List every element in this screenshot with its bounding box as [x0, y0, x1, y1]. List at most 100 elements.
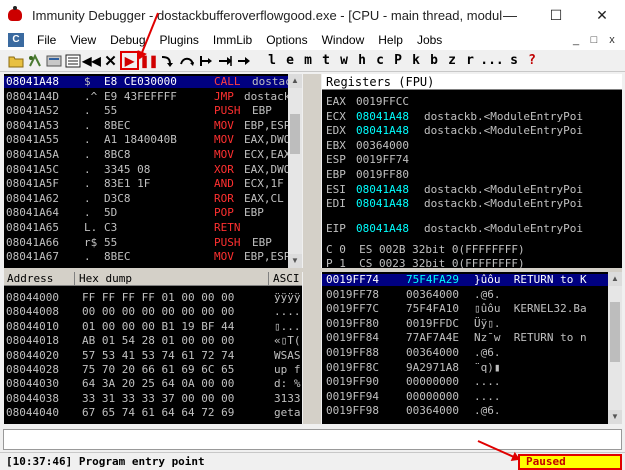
more-windows-button[interactable]: ... [479, 51, 505, 70]
step-over-icon[interactable] [177, 51, 196, 70]
stack-row[interactable]: 0019FF94 00000000.... [322, 390, 608, 403]
vertical-splitter-lower[interactable] [303, 272, 321, 424]
modules-icon[interactable] [63, 51, 82, 70]
disassembly-row[interactable]: 08041A67. 8BEC MOV EBP,ESP [4, 251, 290, 263]
stack-row[interactable]: 0019FF80 0019FFDC Üÿ▯. [322, 317, 608, 330]
stack-row[interactable]: 0019FF98 00364000 .@6. [322, 405, 608, 417]
registers-header[interactable]: Registers (FPU) [322, 74, 622, 90]
stack-row[interactable]: 0019FF84 77AF7A4E Nz¯w RETURN to n [322, 332, 608, 344]
hexdump-pane[interactable]: Address Hex dump ASCI 08044000 FF FF FF F… [4, 272, 302, 424]
disassembly-scrollbar[interactable]: ▲ ▼ [288, 74, 302, 268]
register-value[interactable]: 08041A48 [356, 183, 409, 196]
hexdump-header-ascii[interactable]: ASCI [268, 272, 300, 286]
disassembly-row[interactable]: 08041A66 r$ 55 PUSH EBP [4, 236, 288, 249]
disassembly-row[interactable]: 08041A53. 8BEC MOV EBP,ESP [4, 119, 290, 132]
register-row[interactable]: ESI 08041A48 dostackb.<ModuleEntryPoi [322, 183, 622, 196]
mdi-restore-button[interactable]: □ [585, 32, 603, 48]
hexdump-row[interactable]: 08044010 01 00 00 00 B1 19 BF 44 ▯... [4, 320, 302, 333]
scroll-up-icon[interactable]: ▲ [608, 272, 622, 286]
mdi-close-button[interactable]: x [603, 32, 621, 48]
hexdump-row[interactable]: 08044000 FF FF FF FF 01 00 00 00 ÿÿÿÿ [4, 292, 302, 304]
register-value[interactable]: 08041A48 [356, 110, 409, 123]
hexdump-row[interactable]: 08044018 AB 01 54 28 01 00 00 00 «▯T( [4, 335, 302, 347]
close-window-button[interactable]: ✕ [579, 0, 625, 30]
menu-options[interactable]: Options [259, 33, 314, 47]
scroll-down-icon[interactable]: ▼ [608, 410, 622, 424]
memory-map-button[interactable]: m [299, 51, 317, 70]
restart-icon[interactable] [25, 51, 44, 70]
scroll-down-icon[interactable]: ▼ [288, 254, 302, 268]
register-row[interactable]: EBX 00364000 [322, 139, 622, 152]
menu-window[interactable]: Window [315, 33, 372, 47]
attach-icon[interactable] [44, 51, 63, 70]
maximize-button[interactable]: ☐ [533, 0, 579, 30]
register-row[interactable]: EIP 08041A48 dostackb.<ModuleEntryPoi [322, 222, 622, 235]
register-value[interactable]: 00364000 [356, 139, 409, 152]
disassembly-row[interactable]: 08041A55. A1 1840040B MOV EAX,DWO [4, 134, 290, 146]
register-value[interactable]: 08041A48 [356, 198, 409, 210]
disassembly-row[interactable]: 08041A5F. 83E1 1F AND ECX,1F [4, 178, 288, 190]
disassembly-row[interactable]: 08041A65 L. C3 RETN [4, 222, 288, 234]
breakpoints-button[interactable]: b [425, 51, 443, 70]
trace-over-icon[interactable] [215, 51, 234, 70]
menu-plugins[interactable]: Plugins [153, 33, 206, 47]
register-row[interactable]: EDI 08041A48 dostackb.<ModuleEntryPoi [322, 198, 622, 210]
disassembly-row[interactable]: 08041A5C. 3345 08 XOR EAX,DWO [4, 163, 290, 176]
help-button[interactable]: ? [523, 51, 541, 70]
patches-button[interactable]: P [389, 51, 407, 70]
stack-row[interactable]: 0019FF7C 75F4FA10 ▯ûôu KERNEL32.Ba [322, 303, 608, 315]
stack-row[interactable]: 0019FF78 00364000 .@6. [322, 288, 608, 301]
register-value[interactable]: 0019FF74 [356, 154, 409, 166]
call-stack-button[interactable]: k [407, 51, 425, 70]
register-row[interactable]: ESP 0019FF74 [322, 154, 622, 166]
registers-pane[interactable]: Registers (FPU) EAX 0019FFCC ECX 08041A48 do… [322, 74, 622, 268]
stack-row[interactable]: 0019FF74 75F4FA29}ûôu RETURN to K [322, 274, 608, 286]
menu-help[interactable]: Help [371, 33, 410, 47]
minimize-button[interactable]: — [487, 0, 533, 30]
hardware-breakpoints-button[interactable]: z [443, 51, 461, 70]
menu-file[interactable]: File [30, 33, 63, 47]
register-value[interactable]: 0019FFCC [356, 96, 409, 108]
step-into-icon[interactable] [158, 51, 177, 70]
menu-view[interactable]: View [63, 33, 103, 47]
mdi-minimize-button[interactable]: _ [567, 32, 585, 48]
trace-into-icon[interactable] [196, 51, 215, 70]
register-row[interactable]: EAX 0019FFCC [322, 96, 622, 108]
hexdump-row[interactable]: 08044020 57 53 41 53 74 61 72 74 WSAS [4, 349, 302, 362]
disassembly-pane[interactable]: 08041A48 $ E8 CE030000 CALL dostac 08041A4D .^… [4, 74, 302, 268]
source-button[interactable]: s [505, 51, 523, 70]
log-window-button[interactable]: l [263, 51, 281, 70]
scroll-thumb[interactable] [290, 114, 300, 154]
disassembly-row[interactable]: 08041A64. 5D POP EBP [4, 207, 288, 219]
executable-modules-button[interactable]: e [281, 51, 299, 70]
scroll-up-icon[interactable]: ▲ [288, 74, 302, 88]
run-trace-button[interactable]: r [461, 51, 479, 70]
threads-button[interactable]: t [317, 51, 335, 70]
stack-row[interactable]: 0019FF88 00364000 .@6. [322, 347, 608, 359]
handles-button[interactable]: h [353, 51, 371, 70]
command-input[interactable] [3, 429, 622, 450]
hexdump-header-hex[interactable]: Hex dump [74, 272, 132, 286]
cpu-button[interactable]: c [371, 51, 389, 70]
cpu-window-icon[interactable]: C [8, 33, 24, 47]
menu-jobs[interactable]: Jobs [410, 33, 449, 47]
execute-till-return-icon[interactable] [234, 51, 253, 70]
disassembly-row[interactable]: 08041A4D .^ E9 43FEFFFF JMP dostack [4, 90, 290, 103]
open-folder-icon[interactable] [6, 51, 25, 70]
hexdump-row[interactable]: 08044038 33 31 33 33 37 00 00 00 3133 [4, 392, 302, 405]
vertical-splitter[interactable] [303, 74, 321, 268]
menu-immlib[interactable]: ImmLib [206, 33, 259, 47]
register-value[interactable]: 08041A48 [356, 222, 409, 235]
windows-button[interactable]: w [335, 51, 353, 70]
close-icon[interactable]: ✕ [101, 51, 120, 70]
disassembly-row[interactable]: 08041A52. 55 PUSH EBP [4, 105, 288, 117]
hexdump-row[interactable]: 08044028 75 70 20 66 61 69 6C 65 up f [4, 364, 302, 376]
register-value[interactable]: 0019FF80 [356, 169, 409, 181]
register-row[interactable]: EBP 0019FF80 [322, 169, 622, 181]
stack-row[interactable]: 0019FF8C 9A2971A8 ¨q)▮ [322, 361, 608, 374]
stack-pane[interactable]: 0019FF74 75F4FA29}ûôu RETURN to K 0019FF78… [322, 272, 622, 424]
disassembly-row[interactable]: 08041A62. D3C8 ROR EAX,CL [4, 192, 288, 205]
register-row[interactable]: ECX 08041A48 dostackb.<ModuleEntryPoi [322, 110, 622, 123]
hexdump-row[interactable]: 08044040 67 65 74 61 64 64 72 69 geta [4, 407, 302, 419]
register-row[interactable]: EDX 08041A48 dostackb.<ModuleEntryPoi [322, 125, 622, 137]
